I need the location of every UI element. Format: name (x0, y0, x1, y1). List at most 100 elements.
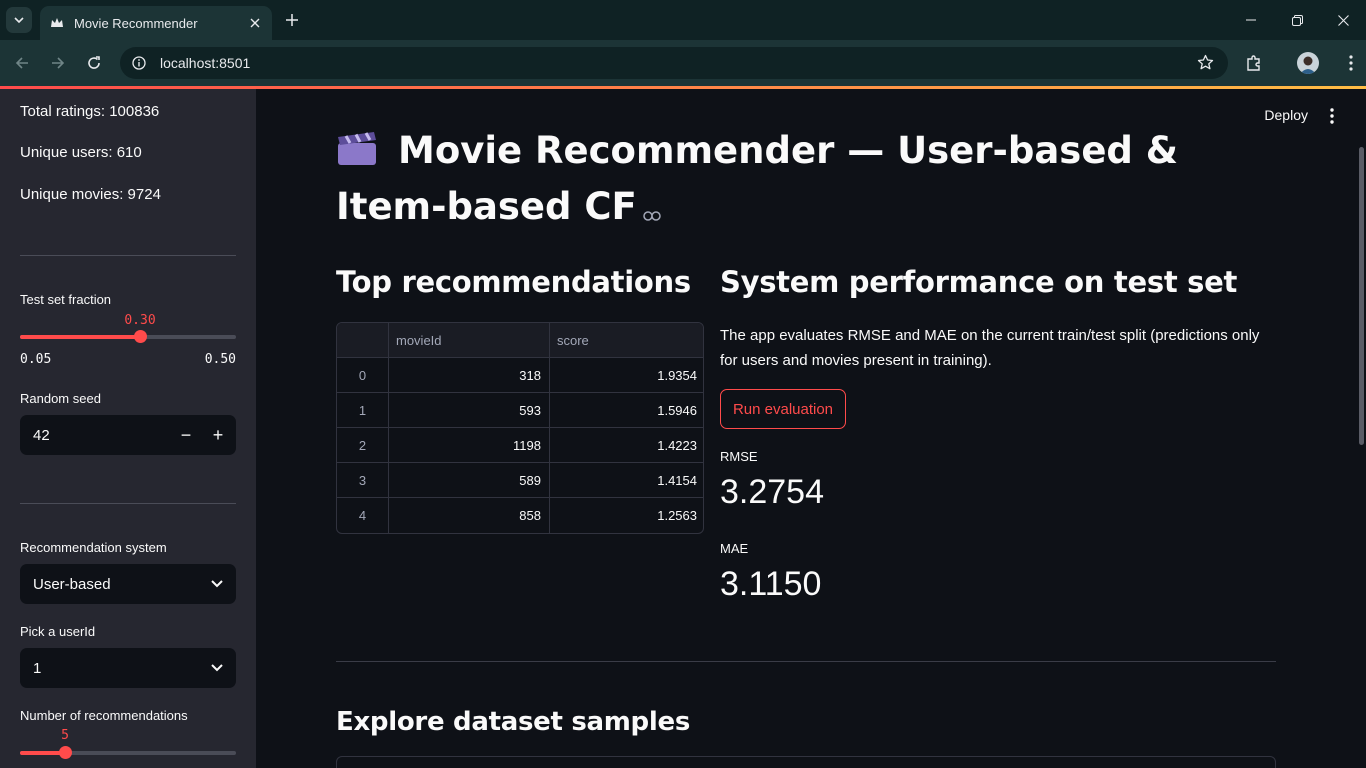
cell-movieid[interactable]: 858 (388, 498, 549, 533)
slider-thumb[interactable] (134, 330, 147, 343)
row-index: 3 (358, 473, 367, 488)
row-index: 4 (358, 508, 367, 523)
extensions-puzzle-icon[interactable] (1243, 52, 1265, 74)
cell-score[interactable]: 1.4154 (549, 463, 703, 498)
random-seed-label: Random seed (20, 391, 101, 406)
cell-score[interactable]: 1.9354 (549, 358, 703, 393)
arrow-left-icon (15, 57, 28, 69)
plus-icon (286, 14, 298, 26)
rec-system-label: Recommendation system (20, 540, 167, 555)
table-row[interactable]: 0 318 1.9354 (337, 358, 703, 393)
total-ratings-text: Total ratings: 100836 (20, 103, 160, 120)
num-recs-value: 5 (61, 728, 69, 743)
chevron-down-icon (211, 664, 223, 672)
table-header-index (337, 323, 388, 358)
top-recs-heading: Top recommendations (336, 265, 691, 299)
url-text[interactable]: localhost:8501 (160, 55, 250, 71)
num-recs-slider[interactable] (20, 746, 236, 759)
explore-heading: Explore dataset samples (336, 707, 690, 737)
rec-system-value: User-based (33, 575, 111, 593)
test-fraction-label: Test set fraction (20, 292, 112, 307)
new-tab-button[interactable] (280, 8, 304, 32)
column-divider (549, 323, 550, 533)
close-tab-icon[interactable] (246, 14, 264, 32)
slider-fill (20, 335, 140, 339)
site-info-icon[interactable] (132, 56, 146, 70)
bookmark-star-icon[interactable] (1197, 54, 1214, 71)
performance-description: The app evaluates RMSE and MAE on the cu… (720, 327, 1260, 369)
cell-movieid[interactable]: 1198 (388, 428, 549, 463)
dataset-sample-table[interactable] (336, 756, 1276, 768)
test-fraction-max: 0.50 (204, 352, 236, 367)
cell-score[interactable]: 1.4223 (549, 428, 703, 463)
browser-tab-bar: Movie Recommender (0, 0, 1366, 40)
table-row[interactable]: 2 1198 1.4223 (337, 428, 703, 463)
tab-title: Movie Recommender (74, 15, 198, 31)
link-icon[interactable] (643, 183, 661, 235)
back-button[interactable] (8, 49, 36, 77)
row-index: 1 (358, 403, 367, 418)
forward-button[interactable] (44, 49, 72, 77)
random-seed-input[interactable]: 42 − + (20, 415, 236, 455)
table-header-row: movieId score (337, 323, 703, 358)
table-header-movieid[interactable]: movieId (396, 323, 442, 358)
cell-score[interactable]: 1.2563 (549, 498, 703, 533)
increment-button[interactable]: + (202, 415, 234, 455)
cell-movieid[interactable]: 593 (388, 393, 549, 428)
profile-avatar[interactable] (1297, 52, 1319, 74)
browser-menu-icon[interactable] (1340, 52, 1362, 74)
close-window-button[interactable] (1320, 0, 1366, 40)
tab-search-button[interactable] (6, 7, 32, 33)
close-icon (1337, 14, 1349, 26)
minimize-icon (1246, 19, 1256, 21)
browser-toolbar: localhost:8501 (0, 40, 1366, 86)
reload-button[interactable] (80, 49, 108, 77)
sidebar: Total ratings: 100836 Unique users: 610 … (0, 89, 256, 768)
table-header-score[interactable]: score (557, 323, 589, 358)
user-id-value: 1 (33, 659, 42, 677)
chevron-down-icon (211, 580, 223, 588)
mae-value: 3.1150 (720, 565, 822, 603)
mae-label: MAE (720, 541, 749, 556)
page-title: Movie Recommender — User-based & Item-ba… (336, 125, 1256, 235)
slider-thumb[interactable] (59, 746, 72, 759)
run-evaluation-button[interactable]: Run evaluation (720, 389, 846, 429)
cell-score[interactable]: 1.5946 (549, 393, 703, 428)
test-fraction-value: 0.30 (124, 313, 156, 328)
sidebar-divider (20, 255, 236, 256)
decrement-button[interactable]: − (170, 415, 202, 455)
cell-movieid[interactable]: 589 (388, 463, 549, 498)
cell-movieid[interactable]: 318 (388, 358, 549, 393)
rec-system-select[interactable]: User-based (20, 564, 236, 604)
column-divider (388, 323, 389, 533)
deploy-button[interactable]: Deploy (1264, 107, 1308, 123)
unique-movies-text: Unique movies: 9724 (20, 186, 161, 203)
restore-button[interactable] (1274, 0, 1320, 40)
row-index: 2 (358, 438, 367, 453)
user-id-select[interactable]: 1 (20, 648, 236, 688)
test-fraction-slider[interactable] (20, 330, 236, 343)
test-fraction-min: 0.05 (20, 352, 52, 367)
minimize-button[interactable] (1228, 0, 1274, 40)
table-row[interactable]: 3 589 1.4154 (337, 463, 703, 498)
address-bar[interactable]: localhost:8501 (120, 47, 1228, 79)
restore-icon (1291, 14, 1303, 26)
num-recs-label: Number of recommendations (20, 708, 188, 723)
table-row[interactable]: 1 593 1.5946 (337, 393, 703, 428)
recommendations-table[interactable]: movieId score 0 318 1.9354 1 593 1.5946 … (336, 322, 704, 534)
page-title-text: Movie Recommender — User-based & Item-ba… (336, 129, 1179, 228)
row-index: 0 (358, 368, 367, 383)
table-row[interactable]: 4 858 1.2563 (337, 498, 703, 533)
random-seed-value[interactable]: 42 (33, 427, 170, 444)
browser-tab[interactable]: Movie Recommender (40, 6, 272, 40)
user-id-label: Pick a userId (20, 624, 96, 639)
rmse-value: 3.2754 (720, 473, 824, 511)
clapperboard-icon (336, 129, 378, 181)
scrollbar[interactable] (1359, 147, 1364, 445)
performance-heading: System performance on test set (720, 265, 1238, 299)
streamlit-crown-icon (50, 16, 64, 30)
main-menu-icon[interactable] (1324, 107, 1340, 125)
chevron-down-icon (14, 17, 24, 24)
rmse-label: RMSE (720, 449, 758, 464)
main-content: Deploy Movie Recommender — User-based & … (256, 89, 1366, 768)
